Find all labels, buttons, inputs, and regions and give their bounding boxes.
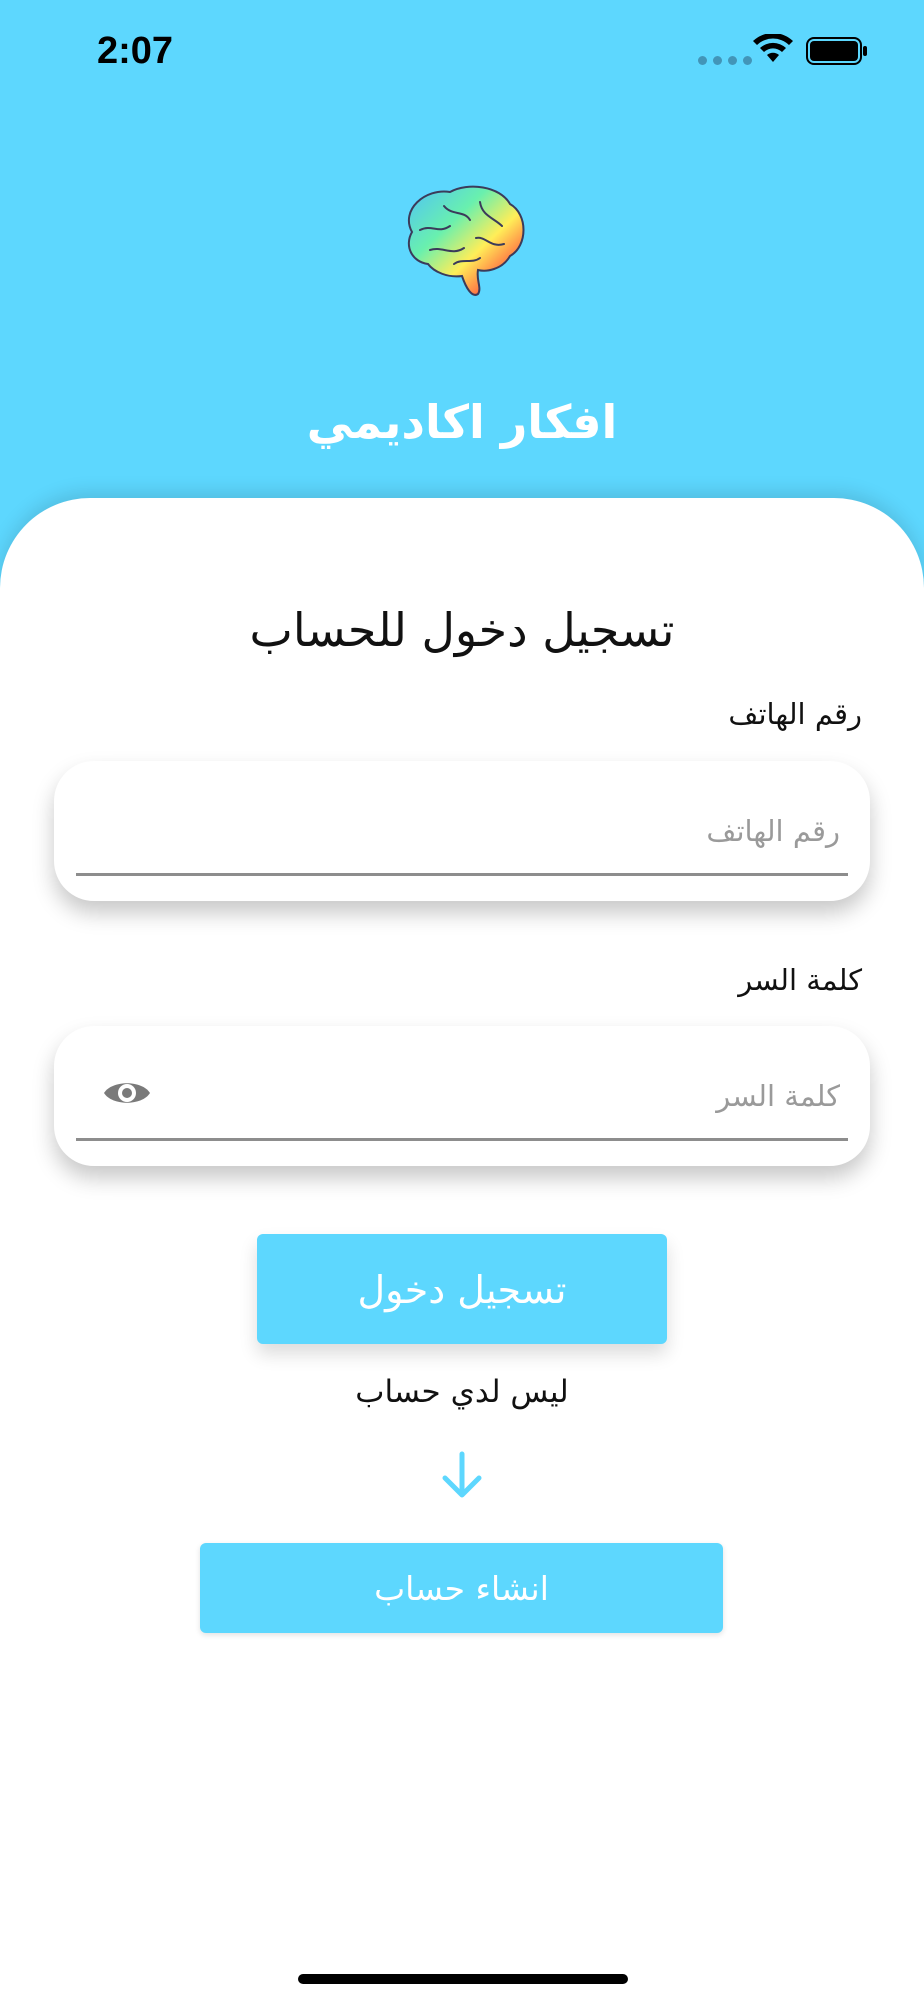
status-bar: 2:07 [0,0,924,110]
arrow-down-icon [442,1451,482,1498]
phone-field-card [54,761,870,901]
phone-label: رقم الهاتف [728,697,862,731]
create-account-button[interactable]: انشاء حساب [200,1543,723,1633]
password-field-card [54,1026,870,1166]
login-heading: تسجيل دخول للحساب [249,603,675,657]
password-underline [76,1138,848,1141]
password-label: كلمة السر [738,963,862,997]
phone-input[interactable] [76,801,848,861]
status-time: 2:07 [97,30,174,72]
home-indicator [298,1974,628,1984]
app-title: افكار اكاديمي [306,395,618,449]
no-account-text: ليس لدي حساب [355,1374,569,1410]
login-button[interactable]: تسجيل دخول [257,1234,667,1344]
phone-underline [76,873,848,876]
eye-icon[interactable] [102,1076,152,1110]
battery-icon [806,37,867,65]
brain-icon [407,185,525,296]
password-input[interactable] [154,1066,848,1126]
cellular-signal-icon [698,56,752,65]
wifi-icon [753,34,793,62]
